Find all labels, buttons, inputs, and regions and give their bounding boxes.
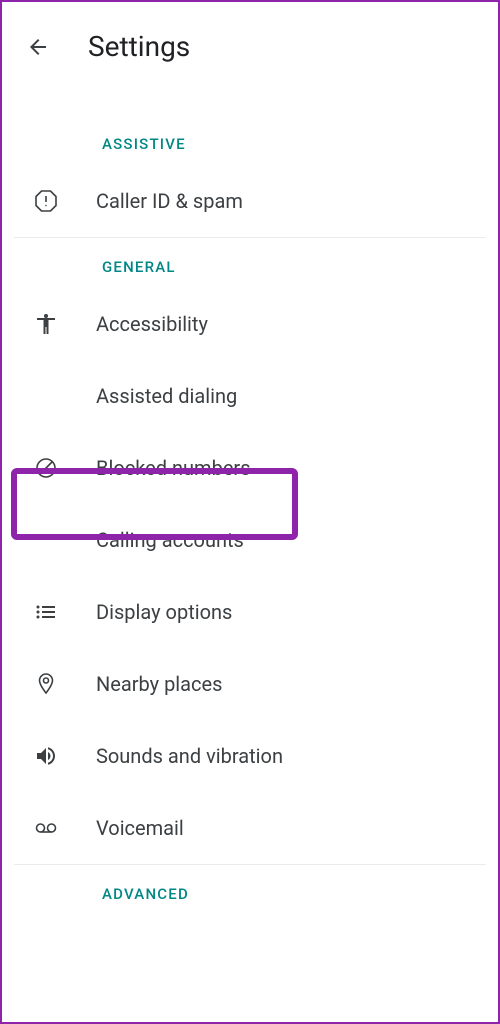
item-label: Caller ID & spam: [96, 189, 243, 213]
item-nearby-places[interactable]: Nearby places: [2, 648, 498, 720]
item-label: Assisted dialing: [96, 384, 237, 408]
accessibility-icon: [34, 312, 58, 336]
item-label: Voicemail: [96, 816, 184, 840]
voicemail-icon: [34, 816, 58, 840]
item-assisted-dialing[interactable]: Assisted dialing: [2, 360, 498, 432]
header: Settings: [2, 2, 498, 79]
icon-spacer: [34, 384, 58, 408]
back-icon[interactable]: [26, 35, 50, 59]
block-icon: [34, 456, 58, 480]
item-caller-id-spam[interactable]: Caller ID & spam: [2, 165, 498, 237]
volume-icon: [34, 744, 58, 768]
section-header-assistive: ASSISTIVE: [2, 115, 498, 165]
item-label: Nearby places: [96, 672, 222, 696]
item-sounds-vibration[interactable]: Sounds and vibration: [2, 720, 498, 792]
list-icon: [34, 600, 58, 624]
page-title: Settings: [88, 30, 190, 63]
item-label: Blocked numbers: [96, 456, 251, 480]
item-voicemail[interactable]: Voicemail: [2, 792, 498, 864]
item-accessibility[interactable]: Accessibility: [2, 288, 498, 360]
item-label: Sounds and vibration: [96, 744, 283, 768]
icon-spacer: [34, 528, 58, 552]
item-label: Calling accounts: [96, 528, 244, 552]
location-icon: [34, 672, 58, 696]
item-calling-accounts[interactable]: Calling accounts: [2, 504, 498, 576]
section-header-advanced: ADVANCED: [2, 865, 498, 915]
section-header-general: GENERAL: [2, 238, 498, 288]
item-label: Display options: [96, 600, 232, 624]
item-blocked-numbers[interactable]: Blocked numbers: [2, 432, 498, 504]
item-label: Accessibility: [96, 312, 208, 336]
warning-octagon-icon: [34, 189, 58, 213]
item-display-options[interactable]: Display options: [2, 576, 498, 648]
